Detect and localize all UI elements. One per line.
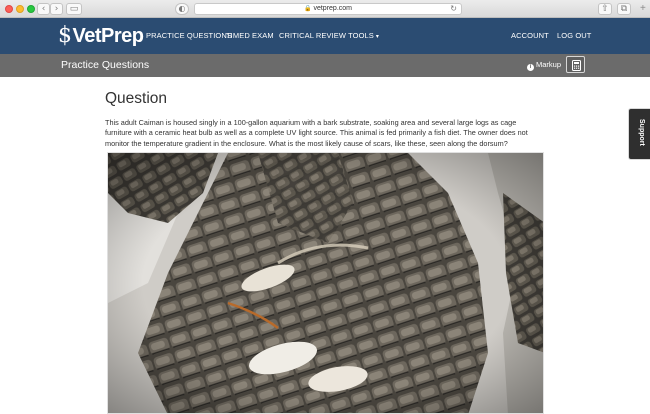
- question-image: [107, 152, 544, 414]
- chevron-down-icon: ▾: [375, 34, 380, 40]
- section-title: Practice Questions: [61, 59, 150, 71]
- calculator-button[interactable]: [566, 56, 585, 73]
- forward-button[interactable]: ›: [50, 3, 63, 15]
- support-tab[interactable]: Support: [628, 108, 650, 160]
- brand-logo[interactable]: $ VetPrep: [58, 23, 144, 48]
- nav-critical-review-tools[interactable]: CRITICAL REVIEW TOOLS ▾: [279, 31, 379, 42]
- top-navigation: $ VetPrep PRACTICE QUESTIONS TIMED EXAM …: [0, 18, 650, 54]
- nav-account[interactable]: ACCOUNT: [511, 31, 549, 41]
- address-text: vetprep.com: [313, 5, 352, 12]
- reload-icon[interactable]: ↻: [450, 4, 457, 14]
- nav-log-out[interactable]: LOG OUT: [557, 31, 591, 41]
- sidebar-toggle-icon[interactable]: ▭: [66, 3, 82, 15]
- nav-critical-review-label: CRITICAL REVIEW TOOLS: [279, 31, 374, 40]
- back-button[interactable]: ‹: [37, 3, 50, 15]
- address-bar[interactable]: 🔒 vetprep.com ↻: [194, 3, 462, 15]
- support-label: Support: [638, 119, 645, 146]
- privacy-report-icon[interactable]: ◐: [175, 3, 189, 15]
- question-heading: Question: [105, 90, 168, 107]
- tab-overview-icon[interactable]: ⧉: [617, 3, 631, 15]
- section-header-bar: Practice Questions i Markup: [0, 54, 650, 77]
- zoom-window-icon[interactable]: [27, 5, 35, 13]
- browser-toolbar: ‹ › ▭ ◐ 🔒 vetprep.com ↻ ⇧ ⧉ +: [0, 0, 650, 18]
- calculator-icon: [572, 60, 581, 71]
- info-icon: i: [527, 64, 534, 71]
- close-window-icon[interactable]: [5, 5, 13, 13]
- minimize-window-icon[interactable]: [16, 5, 24, 13]
- caiman-scales-photo: [108, 153, 543, 413]
- brand-name: VetPrep: [72, 25, 144, 47]
- nav-practice-questions[interactable]: PRACTICE QUESTIONS: [146, 31, 232, 41]
- new-tab-icon[interactable]: +: [640, 3, 646, 14]
- question-text: This adult Caiman is housed singly in a …: [105, 118, 528, 148]
- lock-icon: 🔒: [303, 6, 312, 12]
- caduceus-s-icon: $: [58, 23, 72, 48]
- share-icon[interactable]: ⇧: [598, 3, 612, 15]
- nav-timed-exam[interactable]: TIMED EXAM: [226, 31, 274, 41]
- markup-label: Markup: [536, 60, 562, 69]
- question-panel: Question This adult Caiman is housed sin…: [105, 88, 545, 414]
- markup-button[interactable]: i Markup: [527, 60, 561, 71]
